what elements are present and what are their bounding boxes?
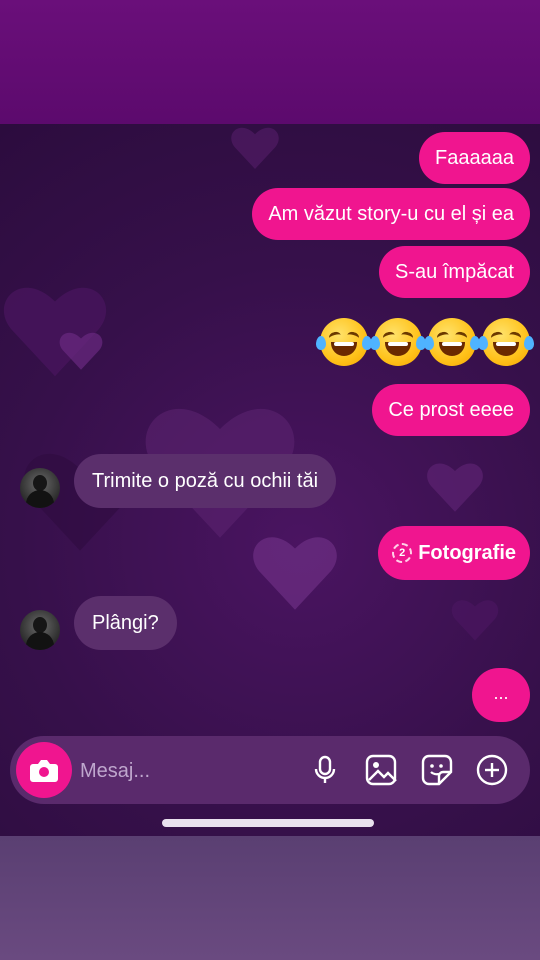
home-indicator [162, 819, 374, 827]
avatar[interactable] [20, 610, 60, 650]
avatar[interactable] [20, 468, 60, 508]
outgoing-message[interactable]: S-au împăcat [379, 246, 530, 298]
message-text: Ce prost eeee [388, 399, 514, 421]
sticker-icon[interactable] [420, 753, 454, 787]
outgoing-message[interactable]: Ce prost eeee [372, 384, 530, 436]
top-backdrop [0, 0, 540, 124]
face-with-tears-of-joy-icon [316, 318, 372, 366]
message-input[interactable] [78, 746, 302, 796]
camera-button[interactable] [16, 742, 72, 798]
microphone-icon[interactable] [308, 753, 342, 787]
heart-decoration-icon [59, 332, 103, 370]
message-text: Plângi? [92, 612, 159, 634]
heart-decoration-icon [231, 127, 279, 169]
message-text: S-au împăcat [395, 261, 514, 283]
photo-label: Fotografie [418, 541, 516, 564]
camera-icon [30, 760, 58, 782]
gallery-icon[interactable] [364, 753, 398, 787]
incoming-message[interactable]: Trimite o poză cu ochii tăi [74, 454, 337, 508]
heart-decoration-icon [253, 537, 337, 610]
message-text: Trimite o poză cu ochii tăi [92, 470, 319, 492]
face-with-tears-of-joy-icon [424, 318, 480, 366]
face-with-tears-of-joy-icon [370, 318, 426, 366]
view-once-icon: 2 [392, 543, 413, 563]
incoming-message[interactable]: Plângi? [74, 596, 177, 650]
outgoing-message[interactable]: Am văzut story-u cu el și ea [252, 188, 530, 240]
message-text: ... [493, 683, 509, 703]
message-text: Faaaaaa [435, 147, 514, 169]
heart-decoration-icon [451, 600, 499, 641]
outgoing-emoji-message[interactable] [316, 318, 534, 366]
outgoing-message[interactable]: ... [472, 668, 530, 722]
bottom-backdrop [0, 836, 540, 960]
face-with-tears-of-joy-icon [478, 318, 534, 366]
plus-icon[interactable] [475, 753, 509, 787]
heart-decoration-icon [427, 463, 483, 512]
view-once-photo-message[interactable]: 2 Fotografie [378, 526, 530, 580]
outgoing-message[interactable]: Faaaaaa [419, 132, 530, 184]
message-composer [10, 736, 530, 804]
message-text: Am văzut story-u cu el și ea [268, 203, 514, 225]
